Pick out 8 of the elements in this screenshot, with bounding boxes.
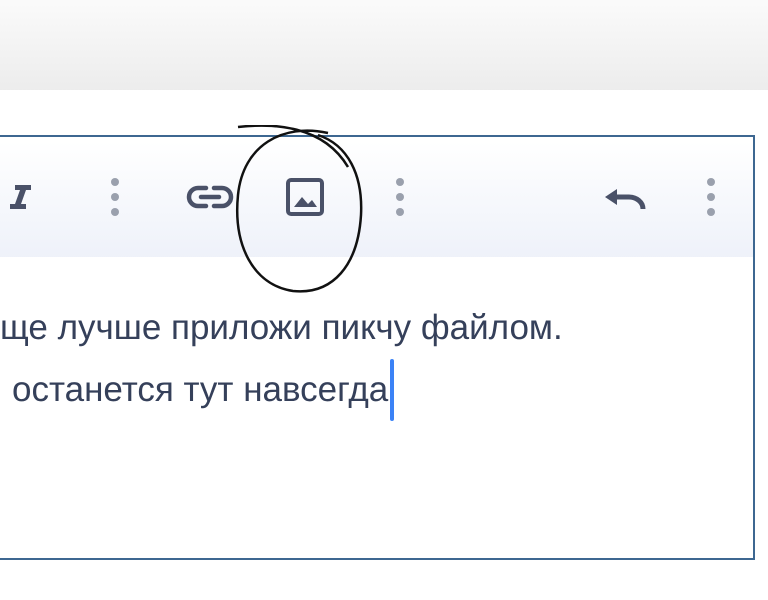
italic-icon [7,182,33,212]
editor-text: ще лучше приложи пикчу файлом. [0,308,563,348]
link-icon [186,184,234,210]
more-icon [706,177,716,217]
image-icon [285,177,325,217]
more-icon [395,177,405,217]
more-icon [110,177,120,217]
editor-text: останется тут навсегда [12,370,388,410]
